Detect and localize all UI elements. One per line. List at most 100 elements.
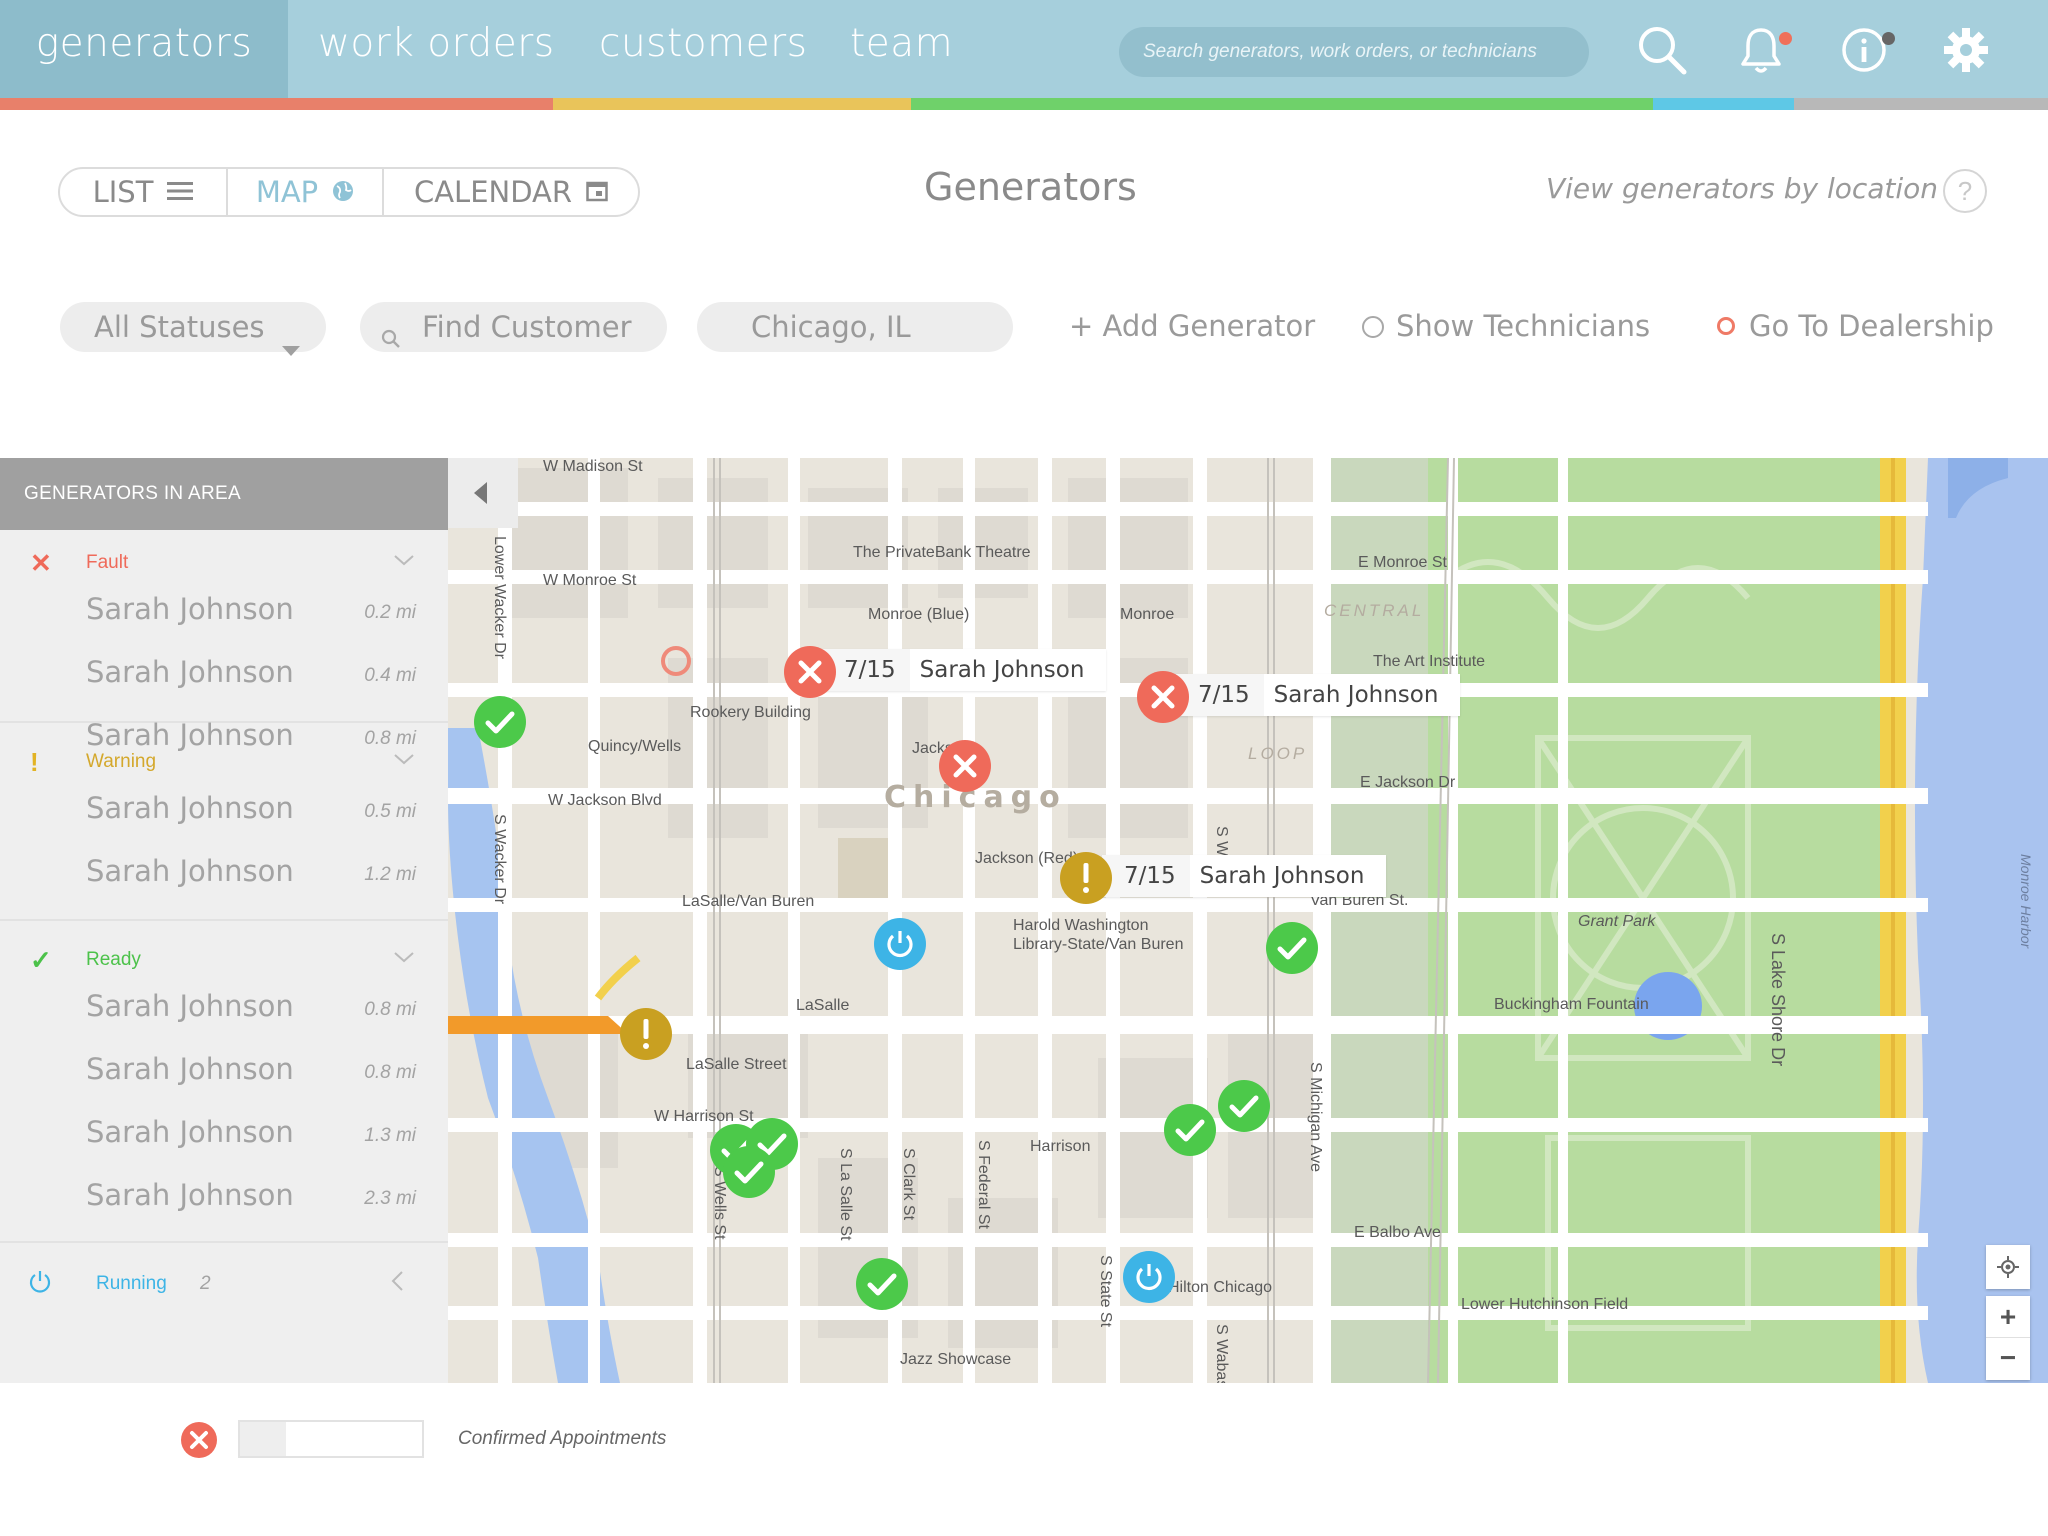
calendar-view-label: CALENDAR bbox=[413, 175, 573, 209]
appointment-callout[interactable]: 7/15 Sarah Johnson bbox=[822, 649, 1107, 691]
status-filter-dropdown[interactable]: All Statuses bbox=[60, 302, 326, 356]
warning-group-header[interactable]: ! Warning bbox=[0, 729, 448, 793]
generator-distance: 0.5 mi bbox=[364, 801, 416, 822]
generator-distance: 1.3 mi bbox=[364, 1125, 416, 1146]
chevron-down-icon[interactable] bbox=[392, 747, 416, 771]
map-label: W Madison St bbox=[543, 458, 643, 475]
zoom-out-button[interactable]: − bbox=[1986, 1338, 2030, 1380]
map-label: E Jackson Dr bbox=[1360, 774, 1456, 791]
gear-icon[interactable] bbox=[1938, 22, 1994, 78]
status-filter-value: All Statuses bbox=[94, 310, 265, 344]
district-label: LOOP bbox=[1248, 744, 1308, 763]
warning-marker[interactable] bbox=[1060, 852, 1112, 904]
ready-marker[interactable] bbox=[474, 696, 526, 748]
map-canvas[interactable]: W Madison St W Monroe St E Monroe St The… bbox=[448, 458, 2048, 1383]
map-label: Monroe (Blue) bbox=[868, 606, 970, 623]
list-item[interactable]: Sarah Johnson 0.8 mi bbox=[0, 983, 448, 1046]
map-label: W Monroe St bbox=[543, 572, 637, 589]
show-technicians-toggle[interactable]: Show Technicians bbox=[1362, 309, 1650, 343]
ready-marker[interactable] bbox=[1164, 1104, 1216, 1156]
district-label: CENTRAL bbox=[1324, 601, 1425, 620]
list-item[interactable]: Sarah Johnson 0.2 mi bbox=[0, 586, 448, 649]
dealership-marker[interactable] bbox=[661, 646, 691, 676]
ready-marker[interactable] bbox=[856, 1258, 908, 1310]
tab-team[interactable]: team bbox=[850, 0, 953, 98]
ready-group-header[interactable]: ✓ Ready bbox=[0, 927, 448, 991]
fault-marker[interactable] bbox=[1137, 671, 1189, 723]
ready-marker[interactable] bbox=[1218, 1080, 1270, 1132]
list-item[interactable]: Sarah Johnson 0.4 mi bbox=[0, 649, 448, 712]
tab-customers[interactable]: customers bbox=[599, 0, 807, 98]
fault-marker[interactable] bbox=[784, 646, 836, 698]
map-label: S State St bbox=[1097, 1255, 1114, 1328]
fault-group-header[interactable]: ✕ Fault bbox=[0, 530, 448, 594]
generator-distance: 2.3 mi bbox=[364, 1188, 416, 1209]
go-to-dealership-button[interactable]: Go To Dealership bbox=[1717, 309, 1994, 343]
go-to-dealership-label: Go To Dealership bbox=[1749, 309, 1994, 343]
zoom-control: + − bbox=[1986, 1296, 2030, 1380]
map-label: Lower Hutchinson Field bbox=[1461, 1296, 1629, 1313]
fault-group: ✕ Fault Sarah Johnson 0.2 mi Sarah Johnso… bbox=[0, 530, 448, 752]
list-item[interactable]: Sarah Johnson 1.2 mi bbox=[0, 848, 448, 911]
generator-distance: 0.4 mi bbox=[364, 665, 416, 686]
fault-marker[interactable] bbox=[939, 740, 991, 792]
map-label: Harrison bbox=[1030, 1138, 1091, 1155]
list-item[interactable]: Sarah Johnson 0.8 mi bbox=[0, 1046, 448, 1109]
notification-dot bbox=[1779, 32, 1792, 45]
location-input[interactable]: Chicago, IL bbox=[697, 302, 1013, 352]
add-generator-button[interactable]: + Add Generator bbox=[1069, 309, 1315, 343]
list-item[interactable]: Sarah Johnson 0.5 mi bbox=[0, 785, 448, 848]
calendar-view-button[interactable]: CALENDAR bbox=[384, 169, 638, 215]
generator-distance: 0.8 mi bbox=[364, 1062, 416, 1083]
map-label: The PrivateBank Theatre bbox=[853, 544, 1031, 561]
map-view-button[interactable]: MAP bbox=[228, 169, 384, 215]
chevron-down-icon[interactable] bbox=[392, 945, 416, 969]
generator-owner: Sarah Johnson bbox=[86, 1178, 294, 1212]
map-label: S Federal St bbox=[975, 1140, 992, 1229]
list-item[interactable]: Sarah Johnson 2.3 mi bbox=[0, 1172, 448, 1235]
sidebar-collapse-button[interactable] bbox=[448, 458, 518, 528]
ready-marker[interactable] bbox=[1266, 922, 1318, 974]
appointment-callout[interactable]: 7/15 Sarah Johnson bbox=[1102, 855, 1387, 897]
confirmed-appointments-toggle[interactable] bbox=[238, 1420, 424, 1458]
chevron-left-icon[interactable] bbox=[388, 1269, 406, 1298]
x-icon: ✕ bbox=[30, 548, 52, 578]
zoom-in-button[interactable]: + bbox=[1986, 1296, 2030, 1338]
info-dot bbox=[1882, 32, 1895, 45]
map-label: Buckingham Fountain bbox=[1494, 996, 1649, 1013]
tab-work-orders[interactable]: work orders bbox=[318, 0, 555, 98]
warning-marker[interactable] bbox=[620, 1008, 672, 1060]
group-label: Fault bbox=[86, 552, 129, 573]
map-label: Quincy/Wells bbox=[588, 738, 682, 755]
callout-name: Sarah Johnson bbox=[919, 657, 1085, 683]
running-marker[interactable] bbox=[1123, 1251, 1175, 1303]
running-marker[interactable] bbox=[874, 918, 926, 970]
map-label: Jazz Showcase bbox=[900, 1351, 1012, 1368]
locate-me-button[interactable] bbox=[1986, 1245, 2030, 1289]
help-icon[interactable]: ? bbox=[1943, 169, 1987, 213]
map-label: W Jackson Blvd bbox=[548, 792, 662, 809]
tab-generators[interactable]: generators bbox=[0, 0, 288, 98]
top-nav: generators work orders customers team Se… bbox=[0, 0, 2048, 98]
map-label: S Lake Shore Dr bbox=[1768, 933, 1788, 1067]
check-icon: ✓ bbox=[30, 945, 52, 975]
appointment-callout[interactable]: 7/15 Sarah Johnson bbox=[1176, 674, 1461, 716]
running-group-header[interactable]: Running 2 bbox=[0, 1243, 448, 1323]
list-item[interactable]: Sarah Johnson 1.3 mi bbox=[0, 1109, 448, 1172]
list-view-button[interactable]: LIST bbox=[60, 169, 228, 215]
generators-sidebar: GENERATORS IN AREA ✕ Fault Sarah Johnson… bbox=[0, 458, 448, 1383]
bell-icon[interactable] bbox=[1733, 22, 1792, 78]
customer-search-input[interactable]: Find Customer bbox=[360, 302, 667, 352]
chevron-down-icon[interactable] bbox=[392, 548, 416, 572]
search-icon[interactable] bbox=[1634, 22, 1690, 78]
info-icon[interactable] bbox=[1838, 22, 1895, 78]
ready-marker[interactable] bbox=[723, 1146, 775, 1198]
exclamation-icon: ! bbox=[30, 747, 39, 777]
map-label: S Clark St bbox=[900, 1148, 917, 1221]
search-input[interactable]: Search generators, work orders, or techn… bbox=[1119, 27, 1589, 77]
generator-owner: Sarah Johnson bbox=[86, 1115, 294, 1149]
legend-label: Confirmed Appointments bbox=[458, 1428, 667, 1449]
generator-owner: Sarah Johnson bbox=[86, 854, 294, 888]
x-icon bbox=[181, 1422, 217, 1458]
callout-date: 7/15 bbox=[1176, 674, 1264, 716]
